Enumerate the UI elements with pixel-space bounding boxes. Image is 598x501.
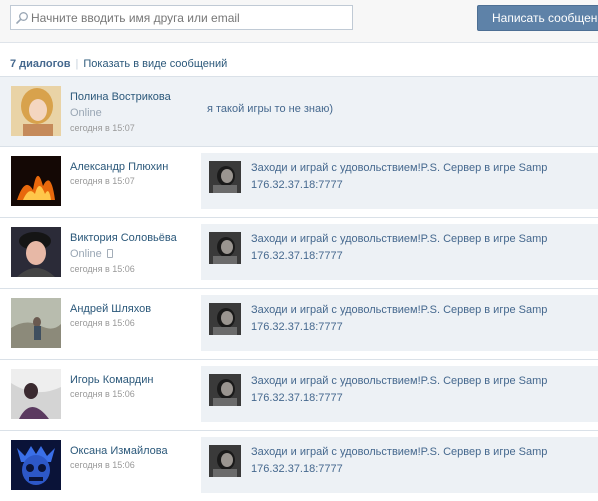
dialog-date: сегодня в 15:07: [70, 176, 135, 186]
dialog-name[interactable]: Оксана Измайлова: [70, 445, 168, 457]
search-icon: [16, 12, 28, 24]
last-message[interactable]: Заходи и играй с удовольствием!P.S. Серв…: [201, 224, 598, 280]
dialog-date: сегодня в 15:06: [70, 264, 135, 274]
message-text: Заходи и играй с удовольствием!P.S. Серв…: [251, 304, 548, 333]
dialog-date: сегодня в 15:07: [70, 123, 135, 133]
online-status: Online: [70, 107, 102, 119]
show-as-messages-link[interactable]: Показать в виде сообщений: [83, 58, 227, 70]
sender-avatar: [209, 374, 241, 406]
last-message[interactable]: Заходи и играй с удовольствием!P.S. Серв…: [201, 153, 598, 209]
dialog-name[interactable]: Андрей Шляхов: [70, 303, 151, 315]
header-separator: |: [75, 58, 79, 70]
avatar[interactable]: [11, 156, 61, 206]
avatar[interactable]: [11, 369, 61, 419]
dialog-date: сегодня в 15:06: [70, 389, 135, 399]
sender-avatar: [209, 303, 241, 335]
online-status-label: Online: [70, 248, 102, 260]
search-input[interactable]: [31, 9, 349, 26]
message-text: Заходи и играй с удовольствием!P.S. Серв…: [251, 162, 548, 191]
dialog-name[interactable]: Полина Вострикова: [70, 91, 171, 103]
dialogs-count: 7 диалогов: [10, 58, 71, 70]
last-message[interactable]: Заходи и играй с удовольствием!P.S. Серв…: [201, 295, 598, 351]
dialog-row[interactable]: Полина Вострикова Online сегодня в 15:07…: [0, 76, 598, 146]
avatar[interactable]: [11, 440, 61, 490]
dialog-name[interactable]: Игорь Комардин: [70, 374, 153, 386]
dialog-date: сегодня в 15:06: [70, 460, 135, 470]
sender-avatar: [209, 161, 241, 193]
online-status: Online: [70, 248, 113, 260]
message-text: Заходи и играй с удовольствием!P.S. Серв…: [251, 446, 548, 475]
last-message[interactable]: Заходи и играй с удовольствием!P.S. Серв…: [201, 366, 598, 422]
message-text: Заходи и играй с удовольствием!P.S. Серв…: [251, 375, 548, 404]
dialogs-header: 7 диалогов | Показать в виде сообщений: [10, 58, 227, 70]
message-text: Заходи и играй с удовольствием!P.S. Серв…: [251, 233, 548, 262]
dialog-name[interactable]: Виктория Соловьёва: [70, 232, 177, 244]
write-message-button[interactable]: Написать сообщение: [477, 5, 598, 31]
dialog-row[interactable]: Игорь Комардин сегодня в 15:06 Заходи и …: [0, 359, 598, 430]
mobile-icon: [106, 249, 113, 258]
top-bar: Написать сообщение: [0, 0, 598, 43]
avatar[interactable]: [11, 298, 61, 348]
dialog-row[interactable]: Оксана Измайлова сегодня в 15:06 Заходи …: [0, 430, 598, 501]
dialog-row[interactable]: Виктория Соловьёва Online сегодня в 15:0…: [0, 217, 598, 288]
avatar[interactable]: [11, 86, 61, 136]
dialog-message[interactable]: я такой игры то не знаю): [207, 103, 333, 115]
sender-avatar: [209, 232, 241, 264]
dialog-date: сегодня в 15:06: [70, 318, 135, 328]
search-box[interactable]: [10, 5, 353, 30]
last-message[interactable]: Заходи и играй с удовольствием!P.S. Серв…: [201, 437, 598, 493]
avatar[interactable]: [11, 227, 61, 277]
dialog-row[interactable]: Александр Плюхин сегодня в 15:07 Заходи …: [0, 146, 598, 217]
dialogs-list: Полина Вострикова Online сегодня в 15:07…: [0, 76, 598, 501]
dialog-name[interactable]: Александр Плюхин: [70, 161, 168, 173]
sender-avatar: [209, 445, 241, 477]
dialog-row[interactable]: Андрей Шляхов сегодня в 15:06 Заходи и и…: [0, 288, 598, 359]
